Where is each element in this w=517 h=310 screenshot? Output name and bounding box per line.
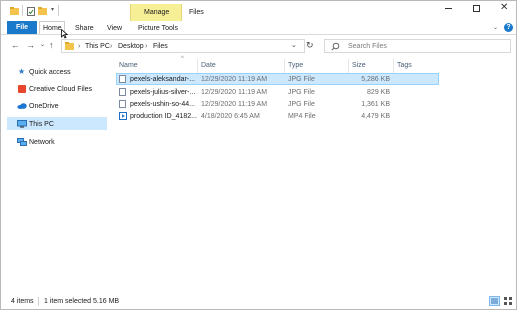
file-size: 1,361 KB — [361, 101, 390, 108]
sidebar-item-label[interactable]: This PC — [29, 121, 54, 128]
divider — [22, 5, 23, 16]
column-divider[interactable] — [348, 59, 349, 73]
window-title: Files — [189, 9, 204, 16]
quick-access-toolbar-dropdown-icon[interactable]: ▾ — [51, 7, 54, 13]
file-date: 12/29/2020 11:19 AM — [201, 89, 268, 96]
creative-cloud-icon — [18, 85, 26, 93]
recent-locations-icon[interactable]: ⌄ — [40, 42, 45, 48]
tab-home[interactable]: Home — [43, 25, 62, 32]
properties-icon[interactable] — [27, 7, 35, 16]
file-size: 5,286 KB — [361, 76, 390, 83]
file-name[interactable]: production ID_4182... — [130, 113, 197, 120]
file-size: 829 KB — [367, 89, 390, 96]
file-name[interactable]: pexels-ushin-so-44... — [130, 101, 195, 108]
details-view-icon[interactable] — [489, 296, 500, 306]
tab-picture-tools[interactable]: Picture Tools — [138, 25, 178, 32]
file-name[interactable]: pexels-aleksandar-... — [130, 76, 195, 83]
ribbon-collapse-icon[interactable]: ⌄ — [493, 25, 498, 31]
file-date: 4/18/2020 6:45 AM — [201, 113, 260, 120]
file-type: JPG File — [288, 101, 315, 108]
column-header-size[interactable]: Size — [352, 62, 366, 69]
sidebar-item-label[interactable]: Creative Cloud Files — [29, 86, 92, 93]
tab-view[interactable]: View — [107, 25, 122, 32]
breadcrumb-files[interactable]: Files — [153, 43, 168, 50]
column-header-tags[interactable]: Tags — [397, 62, 412, 69]
large-icons-view-icon[interactable] — [503, 296, 513, 306]
address-dropdown-icon[interactable]: ⌄ — [291, 42, 297, 49]
file-type: MP4 File — [288, 113, 316, 120]
column-header-type[interactable]: Type — [288, 62, 303, 69]
star-icon: ★ — [18, 67, 26, 76]
image-file-icon — [119, 88, 126, 96]
search-icon — [331, 42, 340, 51]
file-size: 4,479 KB — [361, 113, 390, 120]
column-header-name[interactable]: Name — [119, 62, 138, 69]
folder-app-icon — [10, 7, 19, 15]
manage-label[interactable]: Manage — [144, 9, 169, 16]
divider — [38, 297, 39, 306]
breadcrumb-this-pc[interactable]: This PC — [85, 43, 110, 50]
file-date: 12/29/2020 11:19 AM — [201, 101, 268, 108]
breadcrumb-chevron-icon[interactable]: › — [145, 43, 147, 50]
image-file-icon — [119, 100, 126, 108]
search-placeholder: Search Files — [348, 43, 387, 50]
network-icon — [17, 138, 27, 146]
breadcrumb-desktop[interactable]: Desktop — [118, 43, 144, 50]
breadcrumb-chevron-icon[interactable]: › — [110, 43, 112, 50]
folder-icon — [65, 42, 74, 50]
tab-file[interactable]: File — [7, 21, 37, 34]
status-selection: 1 item selected 5.16 MB — [44, 298, 120, 305]
video-file-icon — [119, 112, 127, 120]
new-folder-icon[interactable] — [38, 7, 47, 15]
title-bar — [1, 1, 516, 21]
sidebar-item-label[interactable]: Quick access — [29, 69, 71, 76]
cloud-icon — [17, 103, 27, 109]
minimize-icon[interactable] — [445, 8, 452, 9]
sort-ascending-icon: ^ — [181, 56, 184, 62]
up-arrow-icon[interactable]: ↑ — [49, 41, 54, 50]
image-file-icon — [119, 75, 126, 83]
back-arrow-icon[interactable]: ← — [11, 41, 20, 50]
file-name[interactable]: pexels-julius-silver-... — [130, 89, 195, 96]
column-divider[interactable] — [197, 59, 198, 73]
tab-share[interactable]: Share — [75, 25, 94, 32]
file-type: JPG File — [288, 76, 315, 83]
status-item-count: 4 items — [11, 298, 34, 305]
help-icon[interactable]: ? — [504, 23, 513, 32]
sidebar-item-label[interactable]: OneDrive — [29, 103, 59, 110]
breadcrumb-chevron-icon[interactable]: › — [78, 43, 80, 50]
close-icon[interactable]: ✕ — [500, 3, 508, 13]
divider — [58, 5, 59, 16]
column-divider[interactable] — [393, 59, 394, 73]
column-header-date[interactable]: Date — [201, 62, 216, 69]
explorer-window: ▾ Manage Files ✕ File Home Share View Pi… — [0, 0, 517, 310]
maximize-icon[interactable] — [473, 5, 480, 12]
column-divider[interactable] — [284, 59, 285, 73]
sidebar-item-label[interactable]: Network — [29, 139, 55, 146]
refresh-icon[interactable]: ↻ — [306, 41, 314, 50]
mouse-cursor-icon — [61, 29, 68, 39]
forward-arrow-icon[interactable]: → — [26, 41, 35, 50]
file-type: JPG File — [288, 89, 315, 96]
file-date: 12/29/2020 11:19 AM — [201, 76, 268, 83]
computer-icon — [17, 120, 27, 128]
